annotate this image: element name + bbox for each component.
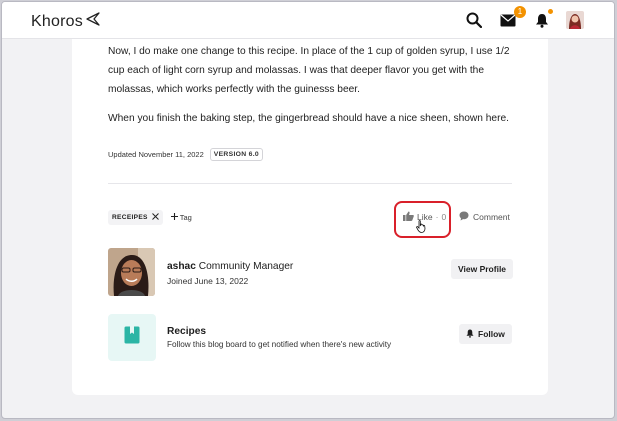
remove-tag-icon[interactable]: [151, 213, 159, 222]
version-badge[interactable]: VERSION 6.0: [209, 148, 263, 161]
bookmark-book-icon: [124, 326, 140, 349]
bell-icon: [466, 329, 474, 340]
post-paragraph: When you finish the baking step, the gin…: [108, 113, 509, 124]
header-actions: 1: [464, 6, 584, 30]
board-description: Follow this blog board to get notified w…: [167, 340, 392, 349]
khoros-bird-icon: [85, 11, 101, 32]
follow-button[interactable]: Follow: [459, 324, 512, 344]
blog-post-card: Now, I do make one change to this recipe…: [72, 39, 548, 395]
comment-bubble-icon: [459, 211, 469, 223]
author-name-line: ashac Community Manager: [167, 261, 293, 272]
post-meta: Updated November 11, 2022 VERSION 6.0: [108, 148, 263, 161]
tag-list: RECEIPES Tag: [108, 210, 192, 225]
post-paragraph: Now, I do make one change to this recipe…: [108, 46, 510, 95]
user-avatar[interactable]: [566, 11, 584, 29]
board-icon-tile: [108, 314, 156, 361]
hand-pointer-cursor-icon: [416, 220, 427, 238]
khoros-logo[interactable]: Khoros: [31, 11, 101, 32]
comment-label: Comment: [473, 212, 510, 222]
author-role: Community Manager: [198, 261, 294, 272]
add-tag-button[interactable]: Tag: [170, 213, 192, 222]
plus-icon: [170, 213, 178, 222]
messages-badge: 1: [514, 6, 526, 18]
logo-text: Khoros: [31, 12, 83, 30]
add-tag-label: Tag: [179, 213, 192, 222]
tag-label: RECEIPES: [112, 214, 148, 221]
comment-button[interactable]: Comment: [459, 211, 510, 223]
like-count: 0: [441, 212, 447, 222]
search-icon[interactable]: [464, 10, 484, 30]
follow-label: Follow: [478, 329, 505, 339]
divider: [108, 183, 512, 184]
messages-icon[interactable]: 1: [498, 6, 526, 30]
view-profile-button[interactable]: View Profile: [451, 259, 514, 279]
thumbs-up-icon: [403, 211, 414, 223]
board-title[interactable]: Recipes: [167, 326, 206, 337]
author-username[interactable]: ashac: [167, 261, 196, 272]
like-separator: ·: [435, 212, 439, 222]
tag-chip[interactable]: RECEIPES: [108, 210, 163, 225]
notifications-bell-icon[interactable]: [532, 8, 554, 30]
author-avatar[interactable]: [108, 248, 155, 296]
notification-dot: [547, 8, 554, 15]
updated-date: Updated November 11, 2022: [108, 150, 204, 159]
author-joined-date: Joined June 13, 2022: [167, 276, 249, 286]
top-navigation-bar: Khoros 1: [2, 2, 614, 39]
app-window: Khoros 1 Now, I do make one change to th…: [1, 1, 615, 419]
